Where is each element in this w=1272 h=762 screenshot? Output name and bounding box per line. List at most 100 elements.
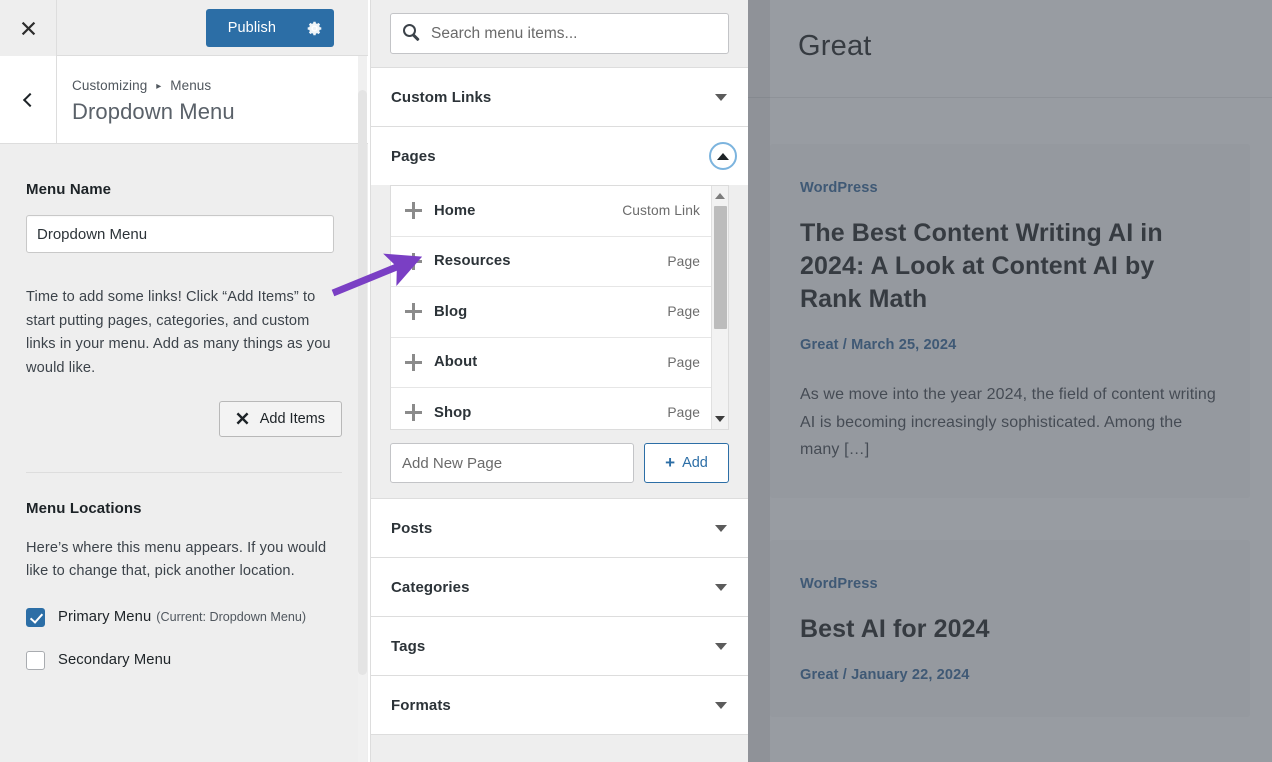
checkbox-unchecked-icon[interactable] [26, 650, 45, 670]
search-wrapper [390, 13, 729, 54]
list-item[interactable]: Resources Page [391, 237, 728, 287]
list-item[interactable]: Blog Page [391, 287, 728, 338]
post-meta[interactable]: Great / January 22, 2024 [800, 667, 1220, 683]
chevron-down-icon[interactable] [715, 702, 727, 709]
scrollbar-thumb[interactable] [714, 206, 727, 329]
customizer-header: Customizing ▸ Menus Dropdown Menu [0, 56, 368, 144]
section-tags-header[interactable]: Tags [371, 617, 748, 675]
close-x-glyph [21, 21, 35, 35]
list-item-label: About [434, 354, 478, 371]
section-posts-title: Posts [391, 519, 433, 537]
post-title-link[interactable]: The Best Content Writing AI in 2024: A L… [800, 217, 1220, 316]
search-input[interactable] [390, 13, 729, 54]
list-item-label: Resources [434, 253, 511, 270]
chevron-up-icon[interactable] [709, 142, 737, 170]
section-categories-header[interactable]: Categories [371, 558, 748, 616]
list-item[interactable]: Shop Page [391, 388, 728, 429]
list-item-label: Shop [434, 404, 472, 421]
add-items-label: Add Items [259, 410, 325, 427]
section-formats-header[interactable]: Formats [371, 676, 748, 734]
section-categories: Categories [371, 558, 748, 617]
site-title[interactable]: Great [798, 30, 1222, 63]
menu-locations-description: Here’s where this menu appears. If you w… [26, 539, 327, 580]
section-posts-header[interactable]: Posts [371, 499, 748, 557]
plus-icon [405, 252, 422, 270]
checkbox-checked-icon[interactable] [26, 607, 45, 627]
pages-item-list: Home Custom Link Resources Page Blog Pag… [390, 185, 729, 430]
menu-name-label: Menu Name [26, 181, 112, 198]
header-text-group: Customizing ▸ Menus Dropdown Menu [72, 78, 235, 125]
section-tags-title: Tags [391, 637, 426, 655]
plus-icon [405, 303, 422, 321]
post-card: WordPress Best AI for 2024 Great / Janua… [770, 539, 1250, 717]
publish-button[interactable]: Publish [205, 9, 294, 47]
list-item[interactable]: About Page [391, 338, 728, 388]
section-pages-header[interactable]: Pages [371, 127, 748, 185]
post-excerpt: As we move into the year 2024, the field… [800, 386, 1216, 459]
back-button[interactable] [0, 56, 57, 144]
close-x-icon [236, 412, 249, 425]
list-item[interactable]: Home Custom Link [391, 186, 728, 237]
plus-icon [405, 353, 422, 371]
pages-list-scrollbar[interactable] [711, 186, 728, 429]
customizer-topbar: Publish [0, 0, 368, 56]
chevron-down-icon[interactable] [715, 94, 727, 101]
menu-help-text: Time to add some links! Click “Add Items… [26, 289, 331, 376]
breadcrumb-root: Customizing [72, 78, 148, 93]
section-categories-title: Categories [391, 578, 470, 596]
list-item-type: Page [667, 253, 700, 269]
customizer-body: Menu Name Time to add some links! Click … [0, 144, 368, 761]
close-icon[interactable] [0, 0, 57, 56]
post-title-link[interactable]: Best AI for 2024 [800, 613, 1220, 646]
add-page-button-label: Add [682, 455, 708, 471]
section-custom-links-title: Custom Links [391, 88, 492, 106]
location-primary-menu[interactable]: Primary Menu (Current: Dropdown Menu) [26, 607, 342, 627]
breadcrumb-separator-icon: ▸ [156, 81, 162, 92]
list-item-type: Custom Link [622, 203, 700, 219]
post-category-link[interactable]: WordPress [800, 576, 1220, 592]
plus-icon: + [665, 452, 676, 472]
scroll-up-arrow-icon[interactable] [715, 193, 725, 199]
post-meta[interactable]: Great / March 25, 2024 [800, 337, 1220, 353]
chevron-down-icon[interactable] [715, 643, 727, 650]
search-area [371, 0, 748, 68]
scroll-down-arrow-icon[interactable] [715, 416, 725, 422]
add-items-button[interactable]: Add Items [218, 400, 342, 437]
chevron-down-icon[interactable] [715, 525, 727, 532]
gear-icon[interactable] [294, 9, 334, 47]
customizer-scrollbar-thumb[interactable] [358, 90, 367, 675]
section-pages: Pages Home Custom Link Resources Page Bl… [371, 127, 748, 499]
breadcrumb: Customizing ▸ Menus [72, 78, 235, 93]
search-icon [403, 24, 416, 37]
plus-icon [405, 404, 422, 422]
section-formats-title: Formats [391, 696, 451, 714]
preview-posts-area: WordPress The Best Content Writing AI in… [748, 98, 1272, 717]
list-item-type: Page [667, 304, 700, 320]
list-item-label: Home [434, 202, 476, 219]
add-items-row: Add Items [26, 400, 342, 437]
location-secondary-menu[interactable]: Secondary Menu [26, 650, 342, 670]
plus-icon [405, 202, 422, 220]
post-category-link[interactable]: WordPress [800, 180, 1220, 196]
location-secondary-label: Secondary Menu [58, 652, 172, 669]
add-page-button[interactable]: + Add [644, 443, 729, 483]
publish-group: Publish [205, 9, 334, 47]
menu-locations-label: Menu Locations [26, 499, 142, 517]
section-tags: Tags [371, 617, 748, 676]
section-formats: Formats [371, 676, 748, 735]
section-custom-links-header[interactable]: Custom Links [371, 68, 748, 126]
page-title: Dropdown Menu [72, 99, 235, 124]
add-menu-items-panel: Custom Links Pages Home Custom Link [370, 0, 748, 762]
location-primary-current: (Current: Dropdown Menu) [156, 610, 307, 625]
customizer-panel: Publish Customizing ▸ Menus Dropdown Men… [0, 0, 368, 762]
location-primary-label: Primary Menu [58, 609, 152, 626]
section-pages-title: Pages [391, 147, 436, 165]
gear-glyph [307, 21, 321, 35]
pages-body: Home Custom Link Resources Page Blog Pag… [371, 185, 748, 498]
section-custom-links: Custom Links [371, 68, 748, 127]
chevron-down-icon[interactable] [715, 584, 727, 591]
add-new-page-input[interactable] [390, 443, 634, 483]
add-new-page-row: + Add [390, 443, 729, 483]
list-item-label: Blog [434, 303, 468, 320]
menu-name-input[interactable] [26, 215, 334, 253]
